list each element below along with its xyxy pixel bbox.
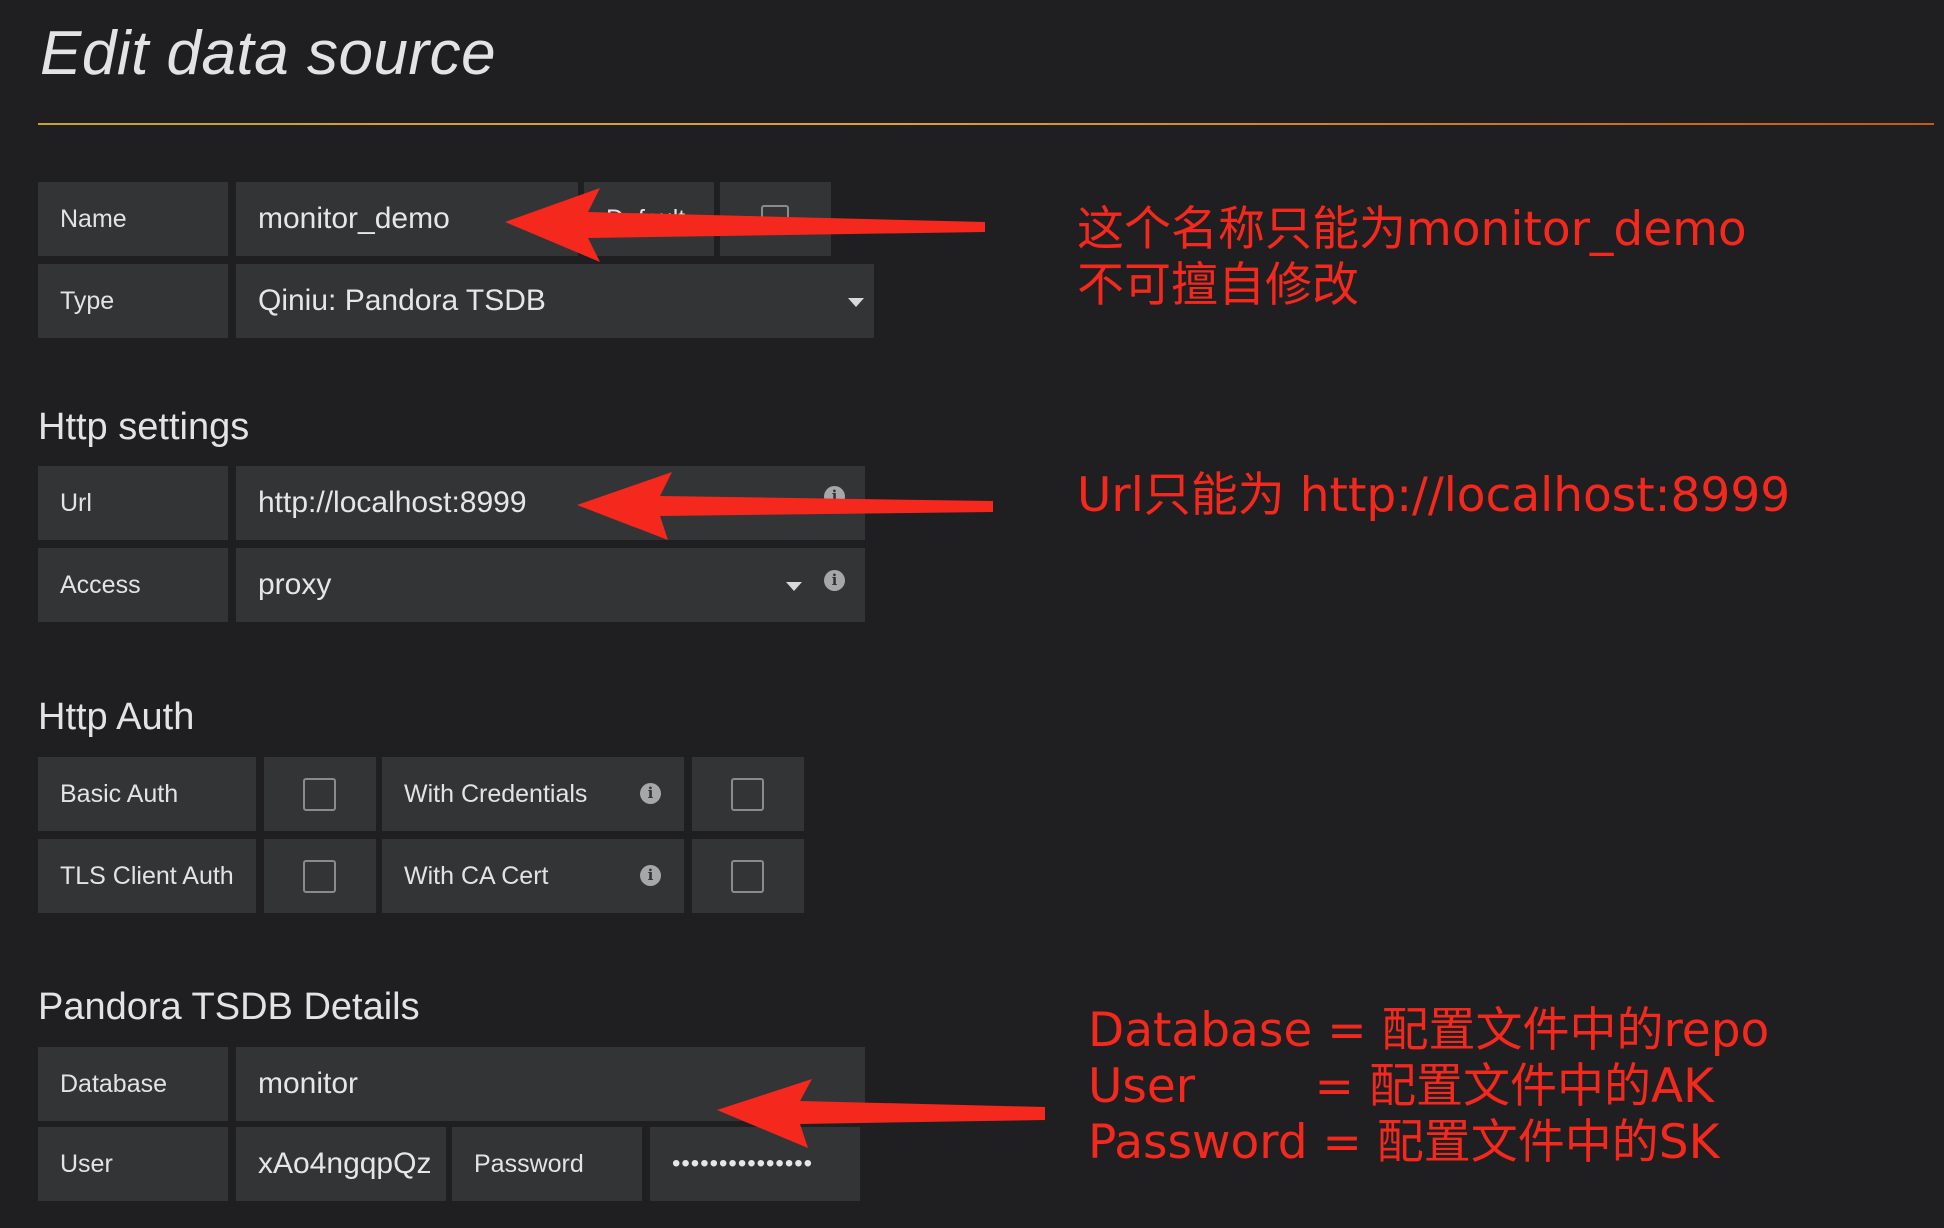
annotation-arrow xyxy=(577,472,993,540)
details-annotation: Database = 配置文件中的repo User = 配置文件中的AK Pa… xyxy=(1088,1003,1770,1170)
name-annotation: 这个名称只能为monitor_demo 不可擅自修改 xyxy=(1077,202,1747,313)
annotation-arrow xyxy=(505,188,985,262)
url-annotation: Url只能为 http://localhost:8999 xyxy=(1077,468,1791,523)
annotation-arrow xyxy=(717,1079,1045,1148)
